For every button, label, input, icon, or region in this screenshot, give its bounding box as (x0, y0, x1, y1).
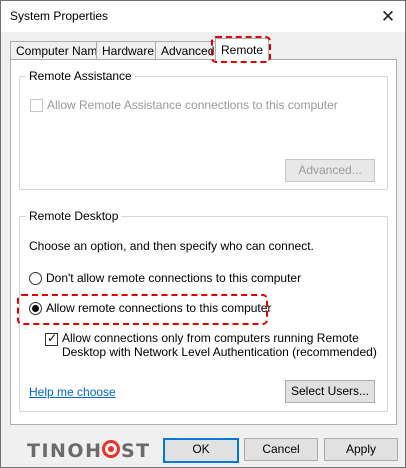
close-icon[interactable]: ✕ (371, 1, 405, 32)
title-bar: System Properties ✕ (1, 1, 405, 32)
nla-checkbox-label-line1: Allow connections only from computers ru… (62, 331, 359, 345)
nla-checkbox[interactable]: ✓ (45, 331, 58, 346)
ok-button[interactable]: OK (163, 438, 239, 463)
help-me-choose-link[interactable]: Help me choose (29, 385, 116, 399)
tinohost-logo: TINOH ST (27, 440, 151, 462)
window-title: System Properties (10, 9, 109, 23)
radio-dont-allow[interactable] (29, 272, 42, 285)
remote-assistance-checkbox-label: Allow Remote Assistance connections to t… (47, 98, 338, 112)
remote-assistance-title: Remote Assistance (26, 69, 135, 83)
checkmark-icon: ✓ (47, 331, 58, 345)
remote-tab-highlight (211, 36, 271, 63)
remote-assistance-checkbox[interactable] (30, 99, 43, 112)
cancel-button[interactable]: Cancel (244, 438, 318, 461)
select-users-button[interactable]: Select Users... (285, 380, 375, 403)
radio-dont-allow-label[interactable]: Don't allow remote connections to this c… (46, 271, 301, 285)
remote-desktop-title: Remote Desktop (26, 209, 122, 223)
remote-desktop-instructions: Choose an option, and then specify who c… (29, 239, 314, 253)
advanced-button[interactable]: Advanced... (285, 159, 375, 182)
logo-o-mark (102, 440, 120, 458)
apply-button[interactable]: Apply (324, 438, 398, 461)
allow-option-highlight (17, 294, 268, 325)
tab-hardware[interactable]: Hardware (96, 41, 161, 60)
nla-checkbox-label-line2: Desktop with Network Level Authenticatio… (62, 345, 377, 359)
